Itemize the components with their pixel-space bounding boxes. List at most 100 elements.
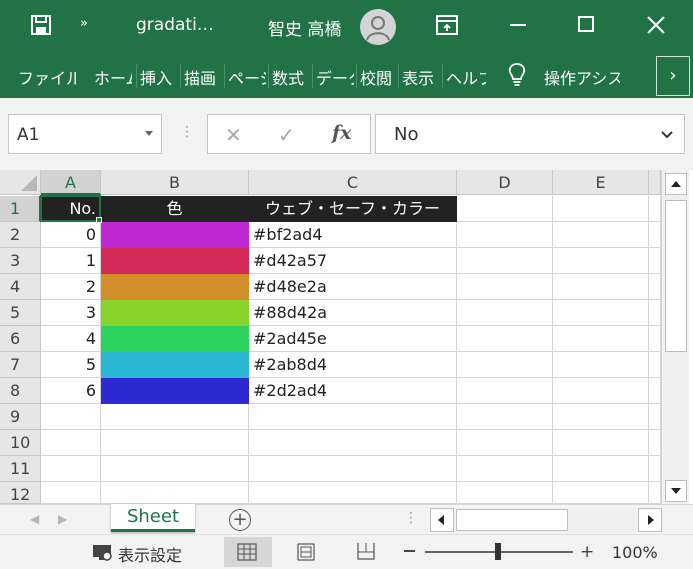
- empty-cell[interactable]: [457, 248, 553, 274]
- column-header-b[interactable]: B: [101, 170, 249, 195]
- checkmark-icon[interactable]: ✓: [278, 123, 295, 147]
- empty-cell[interactable]: [649, 430, 661, 456]
- empty-cell[interactable]: [553, 378, 649, 404]
- empty-cell[interactable]: [649, 300, 661, 326]
- column-header-a[interactable]: A: [41, 170, 101, 195]
- tab-home[interactable]: ホーム: [94, 65, 132, 89]
- cell-c5[interactable]: #88d42a: [249, 300, 457, 326]
- empty-cell[interactable]: [649, 222, 661, 248]
- empty-cell[interactable]: [553, 248, 649, 274]
- empty-cell[interactable]: [249, 404, 457, 430]
- cell-c4[interactable]: #d48e2a: [249, 274, 457, 300]
- chevron-down-icon[interactable]: [145, 131, 153, 136]
- minimize-icon[interactable]: [510, 24, 526, 26]
- horizontal-scrollbar[interactable]: [430, 508, 662, 532]
- cell-c3[interactable]: #d42a57: [249, 248, 457, 274]
- empty-cell[interactable]: [457, 482, 553, 504]
- tab-view[interactable]: 表示: [402, 65, 442, 89]
- row-header-11[interactable]: 11: [0, 456, 41, 482]
- page-layout-view-icon[interactable]: [296, 543, 316, 561]
- empty-cell[interactable]: [649, 274, 661, 300]
- row-header-7[interactable]: 7: [0, 352, 41, 378]
- empty-cell[interactable]: [457, 456, 553, 482]
- sheet-tab-sheet[interactable]: Sheet: [111, 504, 195, 532]
- empty-cell[interactable]: [457, 404, 553, 430]
- empty-cell[interactable]: [553, 404, 649, 430]
- ribbon-display-options-icon[interactable]: [435, 14, 459, 36]
- user-name[interactable]: 智史 高橋: [268, 15, 341, 40]
- empty-cell[interactable]: [649, 482, 661, 504]
- tab-help[interactable]: ヘルプ: [446, 65, 486, 89]
- tab-data[interactable]: データ: [316, 65, 354, 89]
- column-header-c[interactable]: C: [249, 170, 457, 195]
- fill-handle[interactable]: [96, 217, 102, 223]
- empty-cell[interactable]: [649, 404, 661, 430]
- color-swatch-cell[interactable]: [101, 274, 249, 300]
- zoom-slider-thumb[interactable]: [495, 543, 501, 560]
- empty-cell[interactable]: [553, 352, 649, 378]
- formula-input[interactable]: No: [375, 114, 685, 154]
- row-header-3[interactable]: 3: [0, 248, 41, 274]
- cell-a6[interactable]: 4: [41, 326, 101, 352]
- page-break-preview-icon[interactable]: [356, 542, 376, 560]
- empty-cell[interactable]: [457, 196, 553, 222]
- empty-cell[interactable]: [41, 430, 101, 456]
- cell-c7[interactable]: #2ab8d4: [249, 352, 457, 378]
- cell-c8[interactable]: #2d2ad4: [249, 378, 457, 404]
- display-settings-label[interactable]: 表示設定: [118, 542, 182, 566]
- insert-function-button[interactable]: fx: [332, 122, 352, 144]
- empty-cell[interactable]: [457, 326, 553, 352]
- empty-cell[interactable]: [649, 248, 661, 274]
- zoom-out-icon[interactable]: [404, 550, 415, 552]
- save-icon[interactable]: [30, 14, 52, 36]
- expand-formula-bar-icon[interactable]: [660, 128, 674, 144]
- empty-cell[interactable]: [649, 456, 661, 482]
- tab-review[interactable]: 校閲: [360, 65, 398, 89]
- previous-sheet-icon[interactable]: ◀: [30, 512, 39, 526]
- cancel-icon[interactable]: ✕: [225, 123, 242, 147]
- empty-cell[interactable]: [101, 430, 249, 456]
- row-header-10[interactable]: 10: [0, 430, 41, 456]
- color-swatch-cell[interactable]: [101, 378, 249, 404]
- empty-cell[interactable]: [649, 196, 661, 222]
- vertical-scroll-thumb[interactable]: [665, 200, 687, 352]
- name-box[interactable]: A1: [8, 114, 162, 154]
- empty-cell[interactable]: [101, 482, 249, 504]
- color-swatch-cell[interactable]: [101, 222, 249, 248]
- empty-cell[interactable]: [41, 456, 101, 482]
- avatar[interactable]: [360, 9, 396, 45]
- empty-cell[interactable]: [649, 352, 661, 378]
- column-header-d[interactable]: D: [457, 170, 553, 195]
- cell-b1[interactable]: 色: [101, 196, 249, 222]
- row-header-2[interactable]: 2: [0, 222, 41, 248]
- empty-cell[interactable]: [457, 378, 553, 404]
- close-icon[interactable]: [645, 14, 667, 36]
- cell-a3[interactable]: 1: [41, 248, 101, 274]
- formula-bar-resize-handle[interactable]: ⋮: [180, 124, 194, 140]
- tab-insert[interactable]: 挿入: [140, 65, 180, 89]
- tab-formulas[interactable]: 数式: [272, 65, 312, 89]
- lightbulb-icon[interactable]: [506, 62, 528, 88]
- cell-a4[interactable]: 2: [41, 274, 101, 300]
- empty-cell[interactable]: [649, 378, 661, 404]
- tell-me-search[interactable]: 操作アシスト: [544, 65, 620, 89]
- cell-a5[interactable]: 3: [41, 300, 101, 326]
- empty-cell[interactable]: [41, 482, 101, 504]
- empty-cell[interactable]: [649, 326, 661, 352]
- color-swatch-cell[interactable]: [101, 248, 249, 274]
- empty-cell[interactable]: [457, 274, 553, 300]
- cell-c2[interactable]: #bf2ad4: [249, 222, 457, 248]
- row-header-12[interactable]: 12: [0, 482, 41, 504]
- quick-access-more-icon[interactable]: »: [80, 16, 88, 31]
- row-header-8[interactable]: 8: [0, 378, 41, 404]
- column-header-e[interactable]: E: [553, 170, 649, 195]
- empty-cell[interactable]: [457, 352, 553, 378]
- row-header-5[interactable]: 5: [0, 300, 41, 326]
- tab-file[interactable]: ファイル: [18, 65, 76, 89]
- empty-cell[interactable]: [249, 456, 457, 482]
- row-header-1[interactable]: 1: [0, 196, 41, 222]
- empty-cell[interactable]: [553, 456, 649, 482]
- zoom-in-icon[interactable]: +: [580, 542, 594, 562]
- next-sheet-icon[interactable]: ▶: [58, 512, 67, 526]
- add-sheet-icon[interactable]: +: [229, 509, 251, 531]
